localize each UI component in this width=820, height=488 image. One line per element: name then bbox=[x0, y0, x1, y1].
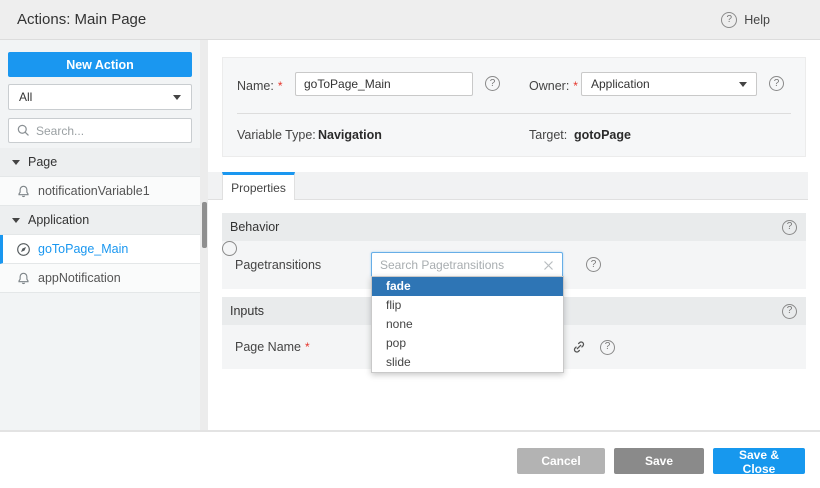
actions-sidebar: New Action All Page notificationVariable… bbox=[0, 40, 200, 430]
name-help-icon[interactable]: ? bbox=[485, 76, 500, 91]
dropdown-option-pop[interactable]: pop bbox=[372, 334, 563, 353]
target-value: gotoPage bbox=[574, 128, 631, 142]
chevron-down-icon bbox=[739, 82, 747, 87]
tree-item-label: appNotification bbox=[38, 271, 121, 285]
page-name-actions: ? bbox=[571, 339, 615, 355]
dropdown-option-none[interactable]: none bbox=[372, 315, 563, 334]
tree-group-application[interactable]: Application bbox=[0, 206, 200, 235]
collapse-arrow-icon bbox=[12, 218, 20, 223]
pagetransitions-label: Pagetransitions bbox=[235, 258, 321, 272]
dropdown-option-flip[interactable]: flip bbox=[372, 296, 563, 315]
page-name-help-icon[interactable]: ? bbox=[600, 340, 615, 355]
footer-buttons: Cancel Save Save & Close bbox=[517, 448, 805, 474]
sidebar-search bbox=[8, 118, 192, 143]
navigation-icon bbox=[16, 242, 31, 257]
owner-help-icon[interactable]: ? bbox=[769, 76, 784, 91]
tree-item-notificationvariable1[interactable]: notificationVariable1 bbox=[0, 177, 200, 206]
help-button[interactable]: ? Help bbox=[721, 0, 770, 40]
save-button[interactable]: Save bbox=[614, 448, 704, 474]
dropdown-option-fade[interactable]: fade bbox=[372, 277, 563, 296]
clear-icon[interactable] bbox=[543, 260, 554, 271]
tab-bar: Properties bbox=[208, 172, 808, 200]
top-bar: Actions: Main Page ? Help bbox=[0, 0, 820, 40]
sidebar-scrollbar[interactable] bbox=[200, 40, 208, 430]
filter-dropdown-value: All bbox=[19, 90, 173, 104]
new-action-button[interactable]: New Action bbox=[8, 52, 192, 77]
required-marker: * bbox=[278, 79, 283, 93]
help-label: Help bbox=[744, 13, 770, 27]
behavior-section-header: Behavior ? bbox=[222, 213, 806, 241]
tree-item-gotopage-main[interactable]: goToPage_Main bbox=[0, 235, 200, 264]
scrollbar-thumb[interactable] bbox=[202, 202, 207, 248]
actions-editor-window: Actions: Main Page ? Help New Action All… bbox=[0, 0, 820, 488]
required-marker: * bbox=[305, 340, 310, 354]
owner-label: Owner:* bbox=[529, 79, 578, 93]
page-title: Actions: Main Page bbox=[17, 0, 146, 40]
collapse-arrow-icon bbox=[12, 160, 20, 165]
tree-group-page[interactable]: Page bbox=[0, 148, 200, 177]
pagetransitions-search bbox=[371, 252, 563, 278]
tree-item-label: goToPage_Main bbox=[38, 242, 128, 256]
name-input[interactable] bbox=[295, 72, 473, 96]
dropdown-option-slide[interactable]: slide bbox=[372, 353, 563, 372]
owner-select-value: Application bbox=[591, 77, 739, 91]
search-icon bbox=[16, 123, 31, 138]
tree-item-appnotification[interactable]: appNotification bbox=[0, 264, 200, 293]
tab-properties[interactable]: Properties bbox=[222, 172, 295, 200]
pagetransitions-help-icon[interactable] bbox=[222, 241, 237, 256]
tree-item-label: notificationVariable1 bbox=[38, 184, 150, 198]
required-marker: * bbox=[573, 79, 578, 93]
name-label: Name:* bbox=[237, 79, 283, 93]
cancel-button[interactable]: Cancel bbox=[517, 448, 605, 474]
footer-bar: Cancel Save Save & Close bbox=[0, 430, 820, 488]
tree-group-label: Application bbox=[28, 213, 89, 227]
variable-type-value: Navigation bbox=[318, 128, 382, 142]
bind-link-icon[interactable] bbox=[571, 339, 587, 355]
filter-dropdown[interactable]: All bbox=[8, 84, 192, 110]
bell-icon bbox=[16, 271, 31, 286]
actions-tree: Page notificationVariable1 Application g… bbox=[0, 148, 200, 293]
action-header-form: Name:* ? Owner:* Application ? Variable … bbox=[222, 57, 806, 157]
pagetransitions-help-icon[interactable]: ? bbox=[586, 257, 601, 272]
behavior-help-icon[interactable]: ? bbox=[782, 220, 797, 235]
bell-icon bbox=[16, 184, 31, 199]
owner-select[interactable]: Application bbox=[581, 72, 757, 96]
chevron-down-icon bbox=[173, 95, 181, 100]
behavior-title: Behavior bbox=[230, 220, 782, 234]
help-icon: ? bbox=[721, 12, 737, 28]
pagetransitions-dropdown: fade flip none pop slide bbox=[371, 276, 564, 373]
sidebar-search-input[interactable] bbox=[36, 124, 184, 138]
save-and-close-button[interactable]: Save & Close bbox=[713, 448, 805, 474]
page-name-label: Page Name* bbox=[235, 340, 310, 354]
tree-group-label: Page bbox=[28, 155, 57, 169]
pagetransitions-search-input[interactable] bbox=[380, 258, 543, 272]
form-divider bbox=[237, 113, 791, 114]
inputs-help-icon[interactable]: ? bbox=[782, 304, 797, 319]
variable-type-label: Variable Type: bbox=[237, 128, 316, 142]
target-label: Target: bbox=[529, 128, 567, 142]
